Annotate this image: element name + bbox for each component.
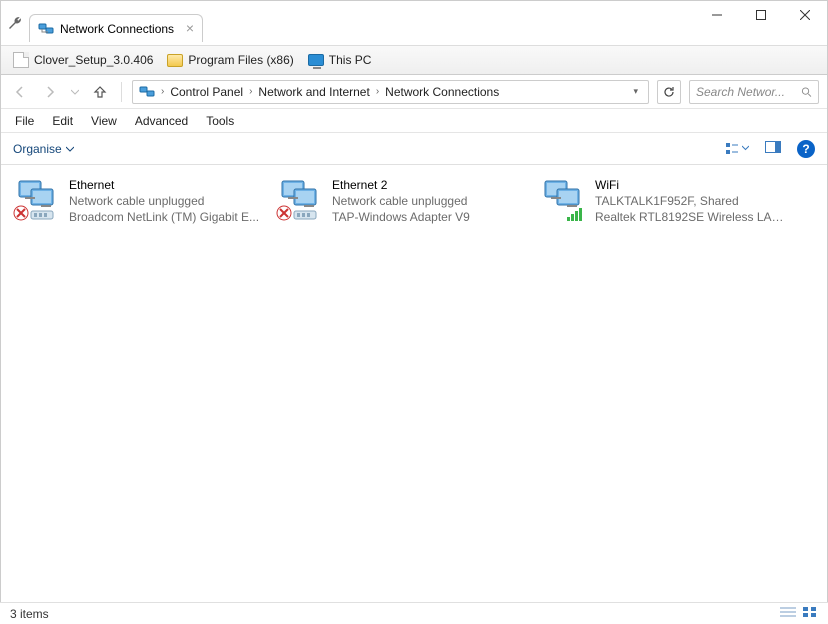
menu-view[interactable]: View xyxy=(91,114,117,128)
menu-file[interactable]: File xyxy=(15,114,34,128)
help-button[interactable]: ? xyxy=(797,140,815,158)
connection-name: Ethernet 2 xyxy=(332,177,470,193)
breadcrumb-segment[interactable]: Control Panel xyxy=(170,85,243,99)
tab-network-connections[interactable]: Network Connections × xyxy=(29,14,203,42)
window-controls xyxy=(695,1,827,29)
connection-item[interactable]: Ethernet 2Network cable unpluggedTAP-Win… xyxy=(274,175,529,593)
network-icon xyxy=(139,84,155,100)
bookmark-item[interactable]: This PC xyxy=(308,53,372,67)
back-button[interactable] xyxy=(9,81,31,103)
chevron-down-icon xyxy=(742,145,749,152)
connection-status: Network cable unplugged xyxy=(69,193,259,209)
bookmark-label: This PC xyxy=(329,53,372,67)
breadcrumb-segment[interactable]: Network Connections xyxy=(385,85,499,99)
connection-device: TAP-Windows Adapter V9 xyxy=(332,209,470,225)
preview-pane-button[interactable] xyxy=(765,141,781,156)
separator xyxy=(121,82,122,102)
chevron-right-icon[interactable]: › xyxy=(374,86,381,97)
adapter-icon xyxy=(539,177,587,225)
maximize-button[interactable] xyxy=(739,1,783,29)
chevron-right-icon[interactable]: › xyxy=(247,86,254,97)
search-box[interactable] xyxy=(689,80,819,104)
connection-text: WiFiTALKTALK1F952F, SharedRealtek RTL819… xyxy=(595,177,790,226)
up-button[interactable] xyxy=(89,81,111,103)
adapter-icon xyxy=(13,177,61,225)
connection-status: TALKTALK1F952F, Shared xyxy=(595,193,790,209)
connection-device: Realtek RTL8192SE Wireless LAN 8... xyxy=(595,209,790,225)
command-bar: Organise ? xyxy=(1,133,827,165)
connection-name: Ethernet xyxy=(69,177,259,193)
details-view-button[interactable] xyxy=(780,606,796,621)
chevron-right-icon[interactable]: › xyxy=(159,86,166,97)
minimize-button[interactable] xyxy=(695,1,739,29)
bookmark-item[interactable]: Clover_Setup_3.0.406 xyxy=(13,52,153,68)
menu-edit[interactable]: Edit xyxy=(52,114,73,128)
chevron-down-icon xyxy=(66,145,74,153)
close-icon[interactable]: × xyxy=(186,21,194,35)
organise-label: Organise xyxy=(13,142,62,156)
chevron-down-icon[interactable]: ▾ xyxy=(629,86,642,97)
breadcrumb-segment[interactable]: Network and Internet xyxy=(258,85,369,99)
bookmark-label: Program Files (x86) xyxy=(188,53,293,67)
search-icon xyxy=(801,86,812,98)
bookmark-label: Clover_Setup_3.0.406 xyxy=(34,53,153,67)
menu-advanced[interactable]: Advanced xyxy=(135,114,188,128)
connection-text: Ethernet 2Network cable unpluggedTAP-Win… xyxy=(332,177,470,226)
wrench-icon[interactable] xyxy=(1,1,29,45)
close-button[interactable] xyxy=(783,1,827,29)
view-mode-button[interactable] xyxy=(725,142,749,156)
item-count: 3 items xyxy=(10,607,49,621)
large-icons-view-button[interactable] xyxy=(802,606,818,621)
monitor-icon xyxy=(308,54,324,66)
tab-title: Network Connections xyxy=(60,22,174,36)
forward-button[interactable] xyxy=(39,81,61,103)
connection-status: Network cable unplugged xyxy=(332,193,470,209)
connection-item[interactable]: WiFiTALKTALK1F952F, SharedRealtek RTL819… xyxy=(537,175,792,593)
bookmark-item[interactable]: Program Files (x86) xyxy=(167,53,293,67)
breadcrumb[interactable]: › Control Panel › Network and Internet ›… xyxy=(132,80,649,104)
organise-button[interactable]: Organise xyxy=(13,142,74,156)
network-icon xyxy=(38,21,54,37)
address-row: › Control Panel › Network and Internet ›… xyxy=(1,75,827,109)
file-icon xyxy=(13,52,29,68)
statusbar: 3 items xyxy=(0,602,828,624)
menubar: File Edit View Advanced Tools xyxy=(1,109,827,133)
folder-icon xyxy=(167,54,183,67)
content-area[interactable]: EthernetNetwork cable unpluggedBroadcom … xyxy=(1,165,827,603)
connection-name: WiFi xyxy=(595,177,790,193)
connection-item[interactable]: EthernetNetwork cable unpluggedBroadcom … xyxy=(11,175,266,593)
connection-device: Broadcom NetLink (TM) Gigabit E... xyxy=(69,209,259,225)
search-input[interactable] xyxy=(696,85,801,99)
menu-tools[interactable]: Tools xyxy=(206,114,234,128)
connection-text: EthernetNetwork cable unpluggedBroadcom … xyxy=(69,177,259,226)
adapter-icon xyxy=(276,177,324,225)
bookmarks-bar: Clover_Setup_3.0.406 Program Files (x86)… xyxy=(1,45,827,75)
refresh-button[interactable] xyxy=(657,80,681,104)
titlebar: Network Connections × xyxy=(1,1,827,45)
recent-dropdown[interactable] xyxy=(69,81,81,103)
